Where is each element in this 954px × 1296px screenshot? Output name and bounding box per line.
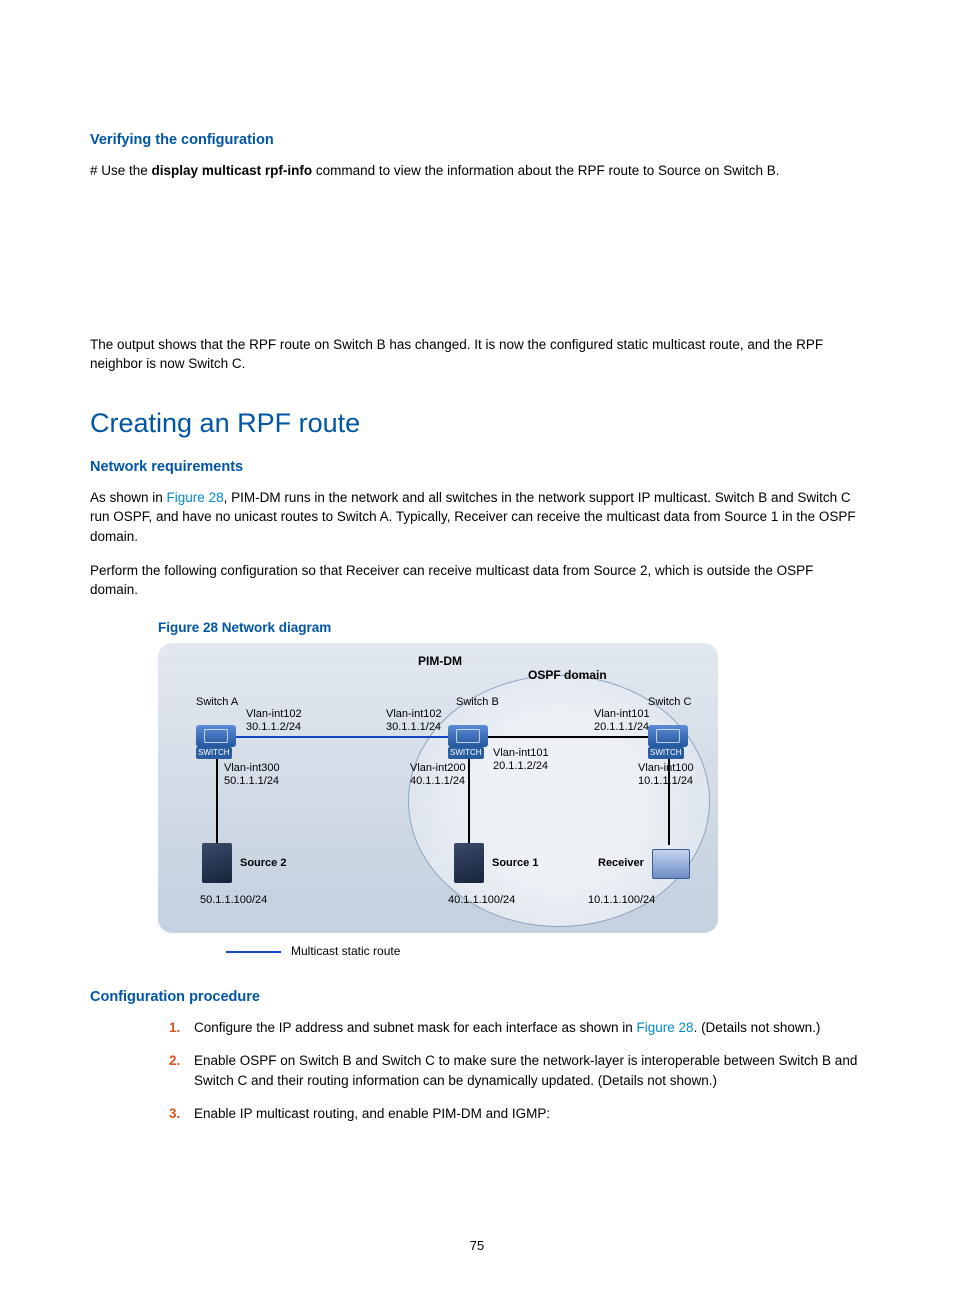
link-b-source1 [468,747,470,845]
link-figure-28-b[interactable]: Figure 28 [637,1020,694,1035]
link-figure-28[interactable]: Figure 28 [167,490,224,505]
sb-ip102: 30.1.1.1/24 [386,720,441,736]
step-3: Enable IP multicast routing, and enable … [184,1104,864,1124]
switch-a-tag: SWITCH [196,747,232,759]
para-output-shows: The output shows that the RPF route on S… [90,335,864,374]
link-a-source2 [216,747,218,845]
switch-c-icon [648,725,688,747]
legend-text: Multicast static route [291,943,400,960]
text: Configure the IP address and subnet mask… [194,1020,637,1035]
page-number: 75 [0,1237,954,1256]
procedure-list: Configure the IP address and subnet mask… [158,1018,864,1124]
spacer [90,195,864,335]
label-pim-dm: PIM-DM [418,653,462,670]
heading-creating-rpf-route: Creating an RPF route [90,404,864,443]
switch-a-icon [196,725,236,747]
sc-ip101: 20.1.1.1/24 [594,720,649,736]
heading-network-requirements: Network requirements [90,457,864,478]
switch-b-icon [448,725,488,747]
text: As shown in [90,490,167,505]
figure-legend: Multicast static route [226,943,864,960]
link-b-c [484,736,649,738]
link-a-b [236,736,454,738]
label-ospf-domain: OSPF domain [528,667,607,684]
heading-config-procedure: Configuration procedure [90,987,864,1008]
sa-ip300: 50.1.1.1/24 [224,774,279,790]
figure-wrap: PIM-DM OSPF domain Switch A SWITCH Vlan-… [158,643,864,960]
para-nr-2: Perform the following configuration so t… [90,561,864,600]
cmd-text: display multicast rpf-info [152,163,313,178]
text: . (Details not shown.) [694,1020,821,1035]
network-diagram: PIM-DM OSPF domain Switch A SWITCH Vlan-… [158,643,718,933]
label-source1: Source 1 [492,856,538,872]
heading-verifying: Verifying the configuration [90,130,864,151]
source1-icon [454,843,484,883]
receiver-icon [652,849,690,879]
label-switch-a: Switch A [196,695,238,711]
para-nr-1: As shown in Figure 28, PIM-DM runs in th… [90,488,864,547]
text: command to view the information about th… [312,163,779,178]
ospf-domain-ellipse [408,675,710,927]
switch-c-tag: SWITCH [648,747,684,759]
step-2: Enable OSPF on Switch B and Switch C to … [184,1051,864,1090]
label-receiver: Receiver [598,856,644,872]
figure-caption: Figure 28 Network diagram [158,618,864,638]
page: Verifying the configuration # Use the di… [0,0,954,1296]
label-switch-c: Switch C [648,695,691,711]
step-1: Configure the IP address and subnet mask… [184,1018,864,1038]
text: # Use the [90,163,152,178]
source2-icon [202,843,232,883]
label-source2: Source 2 [240,856,286,872]
para-use-command: # Use the display multicast rpf-info com… [90,161,864,181]
sb-ip101: 20.1.1.2/24 [493,759,548,775]
switch-b-tag: SWITCH [448,747,484,759]
sc-ip100: 10.1.1.1/24 [638,774,693,790]
source1-ip: 40.1.1.100/24 [448,893,515,909]
source2-ip: 50.1.1.100/24 [200,893,267,909]
label-switch-b: Switch B [456,695,499,711]
receiver-ip: 10.1.1.100/24 [588,893,655,909]
sb-ip200: 40.1.1.1/24 [410,774,465,790]
sa-ip102: 30.1.1.2/24 [246,720,301,736]
legend-line-icon [226,951,281,953]
